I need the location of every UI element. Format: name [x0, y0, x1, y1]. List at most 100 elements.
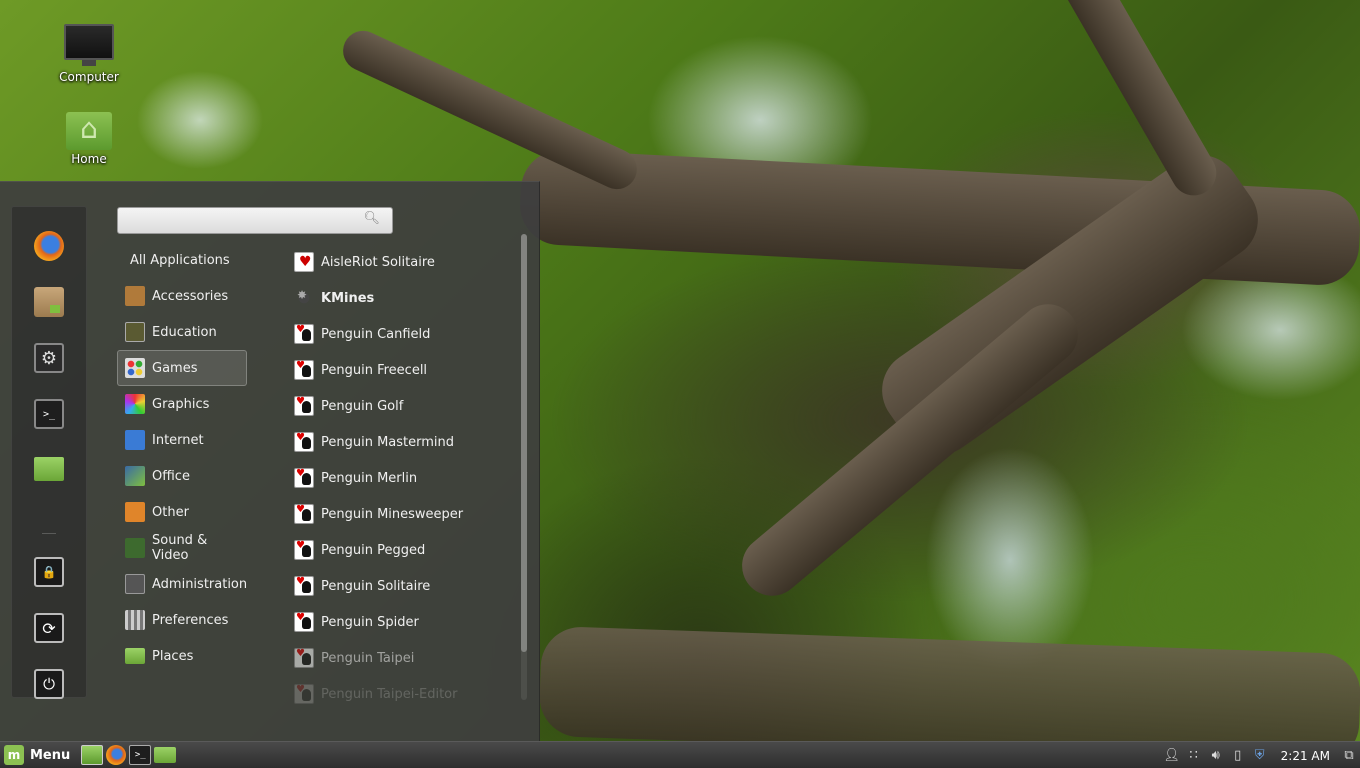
application-list: AisleRiot Solitaire KMines Penguin Canfi…	[290, 244, 520, 704]
app-penguin-pegged[interactable]: Penguin Pegged	[290, 532, 520, 568]
wifi-icon[interactable]: ∷	[1185, 747, 1203, 765]
mine-icon	[294, 288, 314, 308]
category-label: Internet	[152, 432, 204, 448]
category-label: Games	[152, 360, 198, 376]
penguin-cards-icon	[294, 432, 314, 452]
category-accessories[interactable]: Accessories	[117, 278, 247, 314]
search-box[interactable]: 🔍︎	[117, 207, 393, 234]
penguin-cards-icon	[294, 684, 314, 704]
lock-screen-icon[interactable]	[34, 557, 64, 587]
application-menu: 🔍︎ All Applications Accessories Educatio…	[0, 181, 540, 741]
app-label: KMines	[321, 290, 375, 306]
other-icon	[125, 502, 145, 522]
app-label: Penguin Spider	[321, 614, 419, 630]
wallpaper-branch	[729, 292, 1091, 608]
graphics-icon	[125, 394, 145, 414]
penguin-cards-icon	[294, 576, 314, 596]
menu-button[interactable]: m Menu	[0, 742, 78, 768]
application-list-scrollbar[interactable]	[521, 234, 527, 700]
user-icon[interactable]: 👤︎	[1163, 747, 1181, 765]
search-input[interactable]	[118, 208, 358, 233]
category-preferences[interactable]: Preferences	[117, 602, 247, 638]
wallpaper-branch	[1035, 0, 1225, 204]
desktop-icon-computer[interactable]: Computer	[49, 24, 129, 84]
firefox-icon[interactable]	[106, 745, 127, 765]
category-label: Education	[152, 324, 217, 340]
taskbar: m Menu >_ 👤︎ ∷ 🔊︎ ▯ ⛨ 2:21 AM ⧉	[0, 741, 1360, 768]
category-office[interactable]: Office	[117, 458, 247, 494]
favorites-separator	[42, 533, 56, 534]
category-administration[interactable]: Administration	[117, 566, 247, 602]
category-label: Accessories	[152, 288, 229, 304]
home-folder-icon	[66, 112, 112, 150]
app-label: Penguin Pegged	[321, 542, 426, 558]
category-sound-video[interactable]: Sound & Video	[117, 530, 247, 566]
system-settings-icon[interactable]	[34, 343, 64, 373]
logout-icon[interactable]	[34, 613, 64, 643]
category-label: Preferences	[152, 612, 229, 628]
app-label: Penguin Golf	[321, 398, 404, 414]
app-penguin-freecell[interactable]: Penguin Freecell	[290, 352, 520, 388]
firefox-icon[interactable]	[34, 231, 64, 261]
terminal-icon[interactable]	[34, 399, 64, 429]
app-penguin-mastermind[interactable]: Penguin Mastermind	[290, 424, 520, 460]
category-label: Graphics	[152, 396, 210, 412]
software-manager-icon[interactable]	[34, 287, 64, 317]
app-penguin-merlin[interactable]: Penguin Merlin	[290, 460, 520, 496]
files-icon[interactable]	[34, 457, 64, 481]
scrollbar-thumb[interactable]	[521, 234, 527, 652]
category-internet[interactable]: Internet	[117, 422, 247, 458]
sound-video-icon	[125, 538, 145, 558]
internet-icon	[125, 430, 145, 450]
category-all-applications[interactable]: All Applications	[117, 242, 247, 278]
category-label: All Applications	[130, 252, 230, 268]
app-penguin-canfield[interactable]: Penguin Canfield	[290, 316, 520, 352]
desktop-icon-label: Home	[71, 152, 107, 166]
files-icon[interactable]	[154, 747, 177, 763]
battery-icon[interactable]: ▯	[1229, 747, 1247, 765]
app-label: Penguin Freecell	[321, 362, 428, 378]
app-aisleriot-solitaire[interactable]: AisleRiot Solitaire	[290, 244, 520, 280]
penguin-cards-icon	[294, 540, 314, 560]
category-list: All Applications Accessories Education G…	[117, 242, 247, 674]
app-label: Penguin Merlin	[321, 470, 418, 486]
penguin-cards-icon	[294, 396, 314, 416]
desktop-icon-home[interactable]: Home	[49, 112, 129, 166]
app-label: Penguin Taipei-Editor	[321, 686, 458, 702]
app-kmines[interactable]: KMines	[290, 280, 520, 316]
category-games[interactable]: Games	[117, 350, 247, 386]
app-label: Penguin Mastermind	[321, 434, 455, 450]
penguin-cards-icon	[294, 468, 314, 488]
favorites-bar	[11, 206, 87, 699]
wallpaper-branch	[336, 24, 644, 196]
office-icon	[125, 466, 145, 486]
penguin-cards-icon	[294, 324, 314, 344]
games-icon	[125, 358, 145, 378]
penguin-cards-icon	[294, 648, 314, 668]
category-graphics[interactable]: Graphics	[117, 386, 247, 422]
app-penguin-minesweeper[interactable]: Penguin Minesweeper	[290, 496, 520, 532]
category-education[interactable]: Education	[117, 314, 247, 350]
penguin-cards-icon	[294, 504, 314, 524]
app-penguin-golf[interactable]: Penguin Golf	[290, 388, 520, 424]
category-label: Office	[152, 468, 190, 484]
app-penguin-taipei-editor[interactable]: Penguin Taipei-Editor	[290, 676, 520, 704]
volume-icon[interactable]: 🔊︎	[1207, 747, 1225, 765]
clock[interactable]: 2:21 AM	[1281, 749, 1330, 763]
app-label: Penguin Minesweeper	[321, 506, 464, 522]
shutdown-icon[interactable]	[34, 669, 64, 699]
show-desktop-icon[interactable]	[81, 745, 104, 765]
education-icon	[125, 322, 145, 342]
app-penguin-spider[interactable]: Penguin Spider	[290, 604, 520, 640]
app-penguin-taipei[interactable]: Penguin Taipei	[290, 640, 520, 676]
computer-icon	[64, 24, 114, 66]
category-other[interactable]: Other	[117, 494, 247, 530]
app-label: Penguin Taipei	[321, 650, 415, 666]
app-label: AisleRiot Solitaire	[321, 254, 435, 270]
terminal-icon[interactable]: >_	[129, 745, 152, 765]
category-places[interactable]: Places	[117, 638, 247, 674]
app-label: Penguin Solitaire	[321, 578, 431, 594]
update-shield-icon[interactable]: ⛨	[1251, 747, 1269, 765]
app-penguin-solitaire[interactable]: Penguin Solitaire	[290, 568, 520, 604]
workspace-icon[interactable]: ⧉	[1340, 747, 1358, 765]
